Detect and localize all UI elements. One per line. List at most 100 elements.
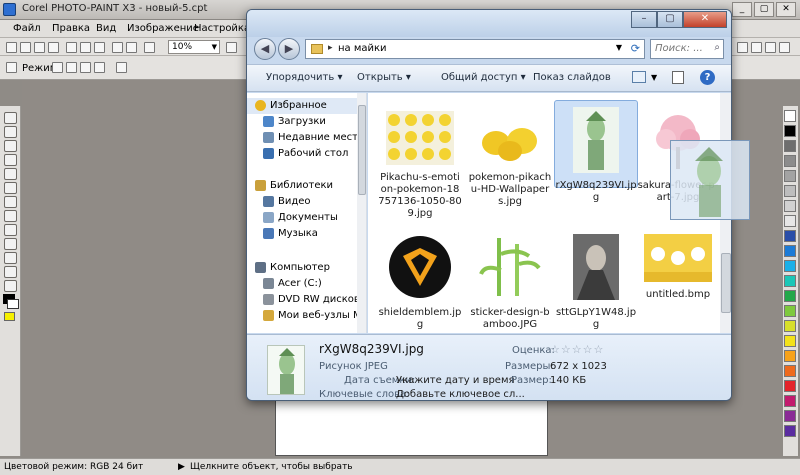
app-close-button[interactable]: ✕ [776, 2, 796, 17]
file-scrollbar-thumb[interactable] [721, 253, 731, 313]
mode-normal-icon[interactable] [52, 62, 63, 73]
nav-item[interactable]: Загрузки [247, 114, 366, 130]
fill-tool-icon[interactable] [4, 238, 17, 250]
background-color-swatch[interactable] [7, 299, 19, 309]
eraser-tool-icon[interactable] [4, 182, 17, 194]
color-icon[interactable] [751, 42, 762, 53]
menu-file[interactable]: Файл [13, 23, 41, 34]
palette-swatch[interactable] [784, 110, 796, 122]
breadcrumb-folder[interactable]: на майки [338, 43, 387, 54]
nav-item[interactable]: Недавние места [247, 130, 366, 146]
palette-swatch[interactable] [784, 260, 796, 272]
nav-item[interactable]: Избранное [247, 98, 366, 114]
palette-swatch[interactable] [784, 200, 796, 212]
import-icon[interactable] [144, 42, 155, 53]
fill-color-swatch[interactable] [4, 312, 15, 321]
paste-icon[interactable] [94, 42, 105, 53]
chevron-right-icon[interactable]: ▶ [178, 462, 185, 472]
palette-swatch[interactable] [784, 170, 796, 182]
effect-tool-icon[interactable] [4, 266, 17, 278]
zoom-fit-icon[interactable] [226, 42, 237, 53]
address-bar[interactable]: ▸ на майки ▼ ⟳ [305, 39, 645, 59]
pick-tool-icon[interactable] [4, 112, 17, 124]
app-minimize-button[interactable]: _ [732, 2, 752, 17]
breadcrumb-arrow-icon[interactable]: ▸ [328, 43, 333, 53]
menu-view[interactable]: Вид [96, 23, 116, 34]
nav-scrollbar[interactable] [357, 93, 366, 333]
details-date-value[interactable]: Укажите дату и время [396, 375, 515, 386]
new-file-icon[interactable] [6, 42, 17, 53]
palette-swatch[interactable] [784, 185, 796, 197]
palette-swatch[interactable] [784, 335, 796, 347]
slideshow-button[interactable]: Показ слайдов [533, 72, 611, 83]
nav-scrollbar-thumb[interactable] [358, 105, 366, 195]
palette-swatch[interactable] [784, 425, 796, 437]
nav-item[interactable]: Рабочий стол [247, 146, 366, 162]
cut-icon[interactable] [66, 42, 77, 53]
open-button[interactable]: Открыть ▾ [357, 72, 411, 83]
app-maximize-button[interactable]: ▢ [754, 2, 774, 17]
help-icon[interactable]: ? [700, 70, 715, 85]
palette-swatch[interactable] [784, 320, 796, 332]
image-sprayer-tool-icon[interactable] [4, 280, 17, 292]
nav-item[interactable]: DVD RW дисков [247, 292, 366, 308]
undo-icon[interactable] [112, 42, 123, 53]
preview-pane-icon[interactable] [672, 71, 684, 84]
forward-button[interactable]: ▶ [278, 38, 300, 60]
menu-adjust[interactable]: Настройка [194, 23, 250, 34]
details-keywords-value[interactable]: Добавьте ключевое сл... [396, 389, 525, 400]
view-dropdown-icon[interactable]: ▼ [651, 73, 657, 82]
nav-item[interactable]: Библиотеки [247, 178, 366, 194]
rating-stars[interactable]: ☆☆☆☆☆ [550, 343, 604, 356]
palette-swatch[interactable] [784, 275, 796, 287]
file-item[interactable]: pokemon-pikachu-HD-Wallpapers.jpg [468, 105, 552, 207]
nav-item[interactable]: Музыка [247, 226, 366, 242]
search-input[interactable]: Поиск: ... ⌕ [650, 39, 724, 59]
eyedropper-tool-icon[interactable] [4, 168, 17, 180]
shape-tool-icon[interactable] [4, 224, 17, 236]
address-dropdown-icon[interactable]: ▼ [616, 43, 622, 52]
search-icon[interactable]: ⌕ [714, 42, 720, 53]
palette-swatch[interactable] [784, 215, 796, 227]
explorer-maximize-button[interactable]: ▢ [657, 11, 683, 28]
mask-tool-icon[interactable] [6, 62, 17, 73]
redo-icon[interactable] [126, 42, 137, 53]
nav-item[interactable]: Документы [247, 210, 366, 226]
paint-tool-icon[interactable] [4, 210, 17, 222]
transform-icon[interactable] [116, 62, 127, 73]
menu-image[interactable]: Изображение [127, 23, 199, 34]
palette-swatch[interactable] [784, 230, 796, 242]
palette-swatch[interactable] [784, 395, 796, 407]
back-button[interactable]: ◀ [254, 38, 276, 60]
menu-edit[interactable]: Правка [52, 23, 90, 34]
palette-swatch[interactable] [784, 305, 796, 317]
change-view-icon[interactable] [632, 71, 646, 83]
file-item[interactable]: sticker-design-bamboo.JPG [468, 228, 552, 330]
text-tool-icon[interactable] [4, 196, 17, 208]
file-item[interactable]: Pikachu-s-emotion-pokemon-18757136-1050-… [378, 105, 462, 219]
zoom-select[interactable]: 10% ▼ [168, 40, 220, 54]
palette-swatch[interactable] [784, 245, 796, 257]
save-icon[interactable] [34, 42, 45, 53]
file-item[interactable]: sttGLpY1W48.jpg [554, 228, 638, 330]
nav-item[interactable]: Мои веб-узлы M [247, 308, 366, 324]
file-item[interactable]: rXgW8q239VI.jpg [554, 100, 638, 203]
palette-swatch[interactable] [784, 125, 796, 137]
crop-tool-icon[interactable] [4, 140, 17, 152]
options-icon[interactable] [765, 42, 776, 53]
palette-swatch[interactable] [784, 140, 796, 152]
zoom-tool-icon[interactable] [4, 154, 17, 166]
share-button[interactable]: Общий доступ ▾ [441, 72, 526, 83]
print-icon[interactable] [48, 42, 59, 53]
mode-xor-icon[interactable] [94, 62, 105, 73]
explorer-close-button[interactable]: ✕ [683, 11, 727, 28]
explorer-minimize-button[interactable]: – [631, 11, 657, 28]
palette-swatch[interactable] [784, 350, 796, 362]
organize-button[interactable]: Упорядочить ▾ [266, 72, 342, 83]
clone-tool-icon[interactable] [4, 252, 17, 264]
open-file-icon[interactable] [20, 42, 31, 53]
mask-rect-tool-icon[interactable] [4, 126, 17, 138]
mode-add-icon[interactable] [66, 62, 77, 73]
effects-icon[interactable] [737, 42, 748, 53]
explorer-titlebar[interactable]: – ▢ ✕ [247, 10, 731, 37]
